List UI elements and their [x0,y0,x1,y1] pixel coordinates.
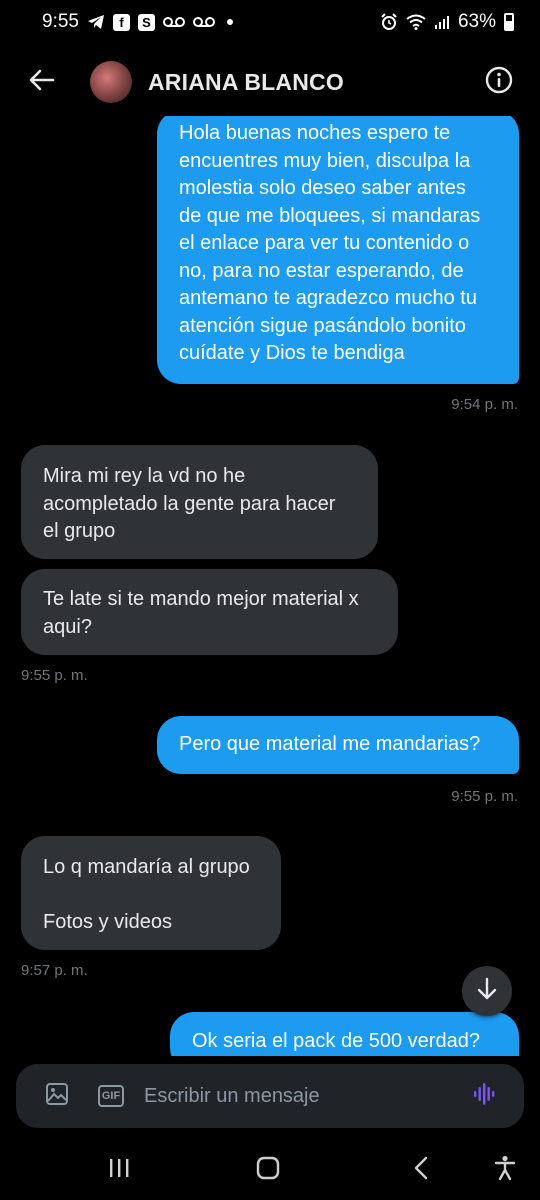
message-timestamp: 9:55 p. m. [21,667,88,684]
message-bubble-sent[interactable]: Hola buenas noches espero te encuentres … [157,116,519,384]
telegram-icon [87,14,105,30]
alarm-icon [380,13,398,31]
system-nav-bar [0,1140,540,1200]
message-bubble-received[interactable]: Lo q mandaría al grupo Fotos y videos [21,836,281,950]
arrow-down-icon [476,977,498,1006]
app-s-icon: S [137,13,155,31]
image-icon [45,1082,69,1111]
voice-message-button[interactable] [468,1079,502,1113]
battery-icon [504,13,514,31]
wifi-icon [406,14,426,30]
message-line: Mira mi rey la vd no he [43,465,246,487]
home-button[interactable] [243,1145,293,1195]
chevron-left-icon [413,1156,429,1185]
message-line: Fotos y videos [43,911,172,933]
message-line: Ok seria el pack de 500 verdad? [192,1030,480,1052]
voicemail-icon [162,16,185,28]
message-line: Te late si te mando mejor material x [43,588,359,610]
arrow-left-icon [29,69,55,96]
signal-icon [434,15,450,29]
accessibility-button[interactable] [480,1145,530,1195]
message-list[interactable]: Hola buenas noches espero te encuentres … [0,116,540,1056]
recent-apps-button[interactable] [94,1145,144,1195]
message-line: no, para no estar esperando, de [179,259,464,282]
avatar[interactable] [90,61,132,103]
status-left: 9:55 f S [42,11,233,33]
message-line: atención sigue pasándolo bonito [179,314,466,337]
accessibility-icon [494,1155,516,1186]
nav-back-button[interactable] [396,1145,446,1195]
message-timestamp: 9:57 p. m. [21,962,88,979]
message-line: cuídate y Dios te bendiga [179,342,405,364]
add-image-button[interactable] [40,1079,74,1113]
status-right: 63% [380,11,514,33]
message-composer: GIF [16,1064,524,1128]
status-time: 9:55 [42,11,79,32]
contact-name[interactable]: ARIANA BLANCO [148,69,344,96]
message-bubble-received[interactable]: Mira mi rey la vd no he acompletado la g… [21,445,378,559]
message-line: el grupo [43,520,116,542]
info-circle-icon [485,66,513,99]
message-line: Hola buenas noches espero te [179,122,451,144]
message-line: el enlace para ver tu contenido o [179,232,470,254]
scroll-to-bottom-button[interactable] [462,966,512,1016]
message-line: acompletado la gente para hacer [43,492,336,515]
back-button[interactable] [20,60,64,104]
message-bubble-sent[interactable]: Ok seria el pack de 500 verdad? [170,1012,519,1056]
add-gif-button[interactable]: GIF [94,1079,128,1113]
home-icon [256,1156,280,1185]
voice-wave-icon [472,1081,498,1112]
battery-percent: 63% [457,11,496,32]
status-bar: 9:55 f S 63% [0,0,540,44]
recents-icon [108,1158,130,1183]
message-timestamp: 9:54 p. m. [451,396,518,413]
message-line: aqui? [43,615,92,638]
message-input[interactable] [144,1084,444,1108]
message-line: encuentres muy bien, disculpa la [179,149,471,172]
voicemail-icon [192,16,215,28]
facebook-icon: f [112,13,130,31]
info-button[interactable] [484,66,514,99]
message-line: molestia solo deseo saber antes [179,177,466,199]
message-bubble-sent[interactable]: Pero que material me mandarias? [157,716,519,774]
message-line: Pero que material me mandarias? [179,733,481,755]
message-line: Lo q mandaría al grupo [43,856,250,878]
message-line: de que me bloquees, si mandaras [179,204,481,227]
message-timestamp: 9:55 p. m. [451,788,518,805]
gif-icon: GIF [98,1085,124,1107]
message-line: antemano te agradezco mucho tu [179,287,477,309]
conversation-header: ARIANA BLANCO [0,48,540,116]
message-line [43,882,259,910]
notification-dot-icon [226,19,233,25]
message-bubble-received[interactable]: Te late si te mando mejor material x aqu… [21,569,398,655]
